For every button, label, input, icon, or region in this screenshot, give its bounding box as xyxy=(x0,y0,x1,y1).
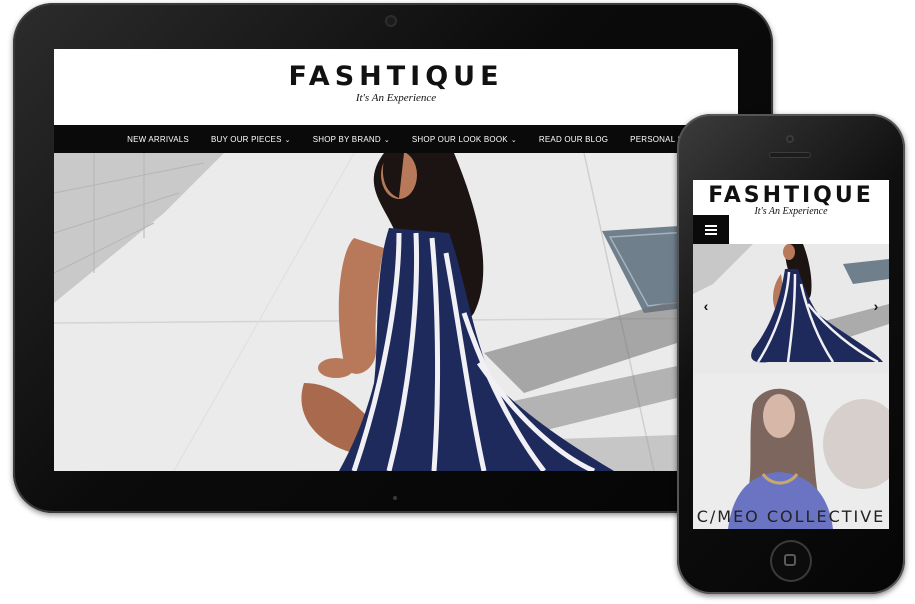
collection-banner-photo xyxy=(693,374,889,529)
tablet-camera xyxy=(385,15,397,27)
hamburger-menu-icon xyxy=(705,224,717,235)
mobile-header: FASHTIQUE It's An Experience xyxy=(693,180,889,244)
phone-speaker xyxy=(769,152,811,158)
tablet-home-indicator xyxy=(393,496,397,500)
slider-prev-arrow[interactable]: ‹ xyxy=(699,298,713,314)
nav-label: NEW ARRIVALS xyxy=(127,134,189,144)
nav-label: SHOP BY BRAND xyxy=(312,134,381,144)
tablet-device: FASHTIQUE It's An Experience NEW ARRIVAL… xyxy=(13,3,773,513)
mobile-site-logo[interactable]: FASHTIQUE xyxy=(693,180,889,208)
chevron-down-icon: ⌄ xyxy=(510,136,517,144)
main-nav: NEW ARRIVALS BUY OUR PIECES ⌄ SHOP BY BRA… xyxy=(54,125,738,153)
chevron-down-icon: ⌄ xyxy=(383,136,390,144)
nav-item-read-our-blog[interactable]: READ OUR BLOG xyxy=(539,135,608,144)
phone-home-button[interactable] xyxy=(770,540,812,582)
phone-camera xyxy=(786,135,794,143)
collection-banner-title: C/MEO COLLECTIVE xyxy=(696,507,886,526)
site-header: FASHTIQUE It's An Experience xyxy=(54,49,738,125)
nav-item-shop-our-look-book[interactable]: SHOP OUR LOOK BOOK ⌄ xyxy=(412,135,517,144)
nav-label: BUY OUR PIECES xyxy=(210,134,282,144)
tablet-screen: FASHTIQUE It's An Experience NEW ARRIVAL… xyxy=(54,49,738,471)
nav-label: SHOP OUR LOOK BOOK xyxy=(411,134,508,144)
phone-device: FASHTIQUE It's An Experience ‹ › C/MEO C… xyxy=(677,114,905,594)
nav-item-new-arrivals[interactable]: NEW ARRIVALS xyxy=(127,135,189,144)
slider-next-arrow[interactable]: › xyxy=(869,298,883,314)
mobile-menu-button[interactable] xyxy=(693,215,729,244)
nav-item-buy-our-pieces[interactable]: BUY OUR PIECES ⌄ xyxy=(211,135,291,144)
home-square-icon xyxy=(784,554,796,566)
chevron-down-icon: ⌄ xyxy=(284,136,291,144)
phone-screen: FASHTIQUE It's An Experience ‹ › C/MEO C… xyxy=(693,180,889,529)
nav-label: READ OUR BLOG xyxy=(538,134,609,144)
nav-item-shop-by-brand[interactable]: SHOP BY BRAND ⌄ xyxy=(313,135,390,144)
mobile-hero-photo xyxy=(693,244,889,374)
mobile-hero-slider[interactable]: ‹ › xyxy=(693,244,889,374)
hero-image[interactable] xyxy=(54,153,738,471)
collection-banner[interactable]: C/MEO COLLECTIVE xyxy=(693,374,889,529)
site-logo[interactable]: FASHTIQUE xyxy=(54,49,738,92)
hero-photo xyxy=(54,153,738,471)
site-tagline: It's An Experience xyxy=(355,92,437,104)
